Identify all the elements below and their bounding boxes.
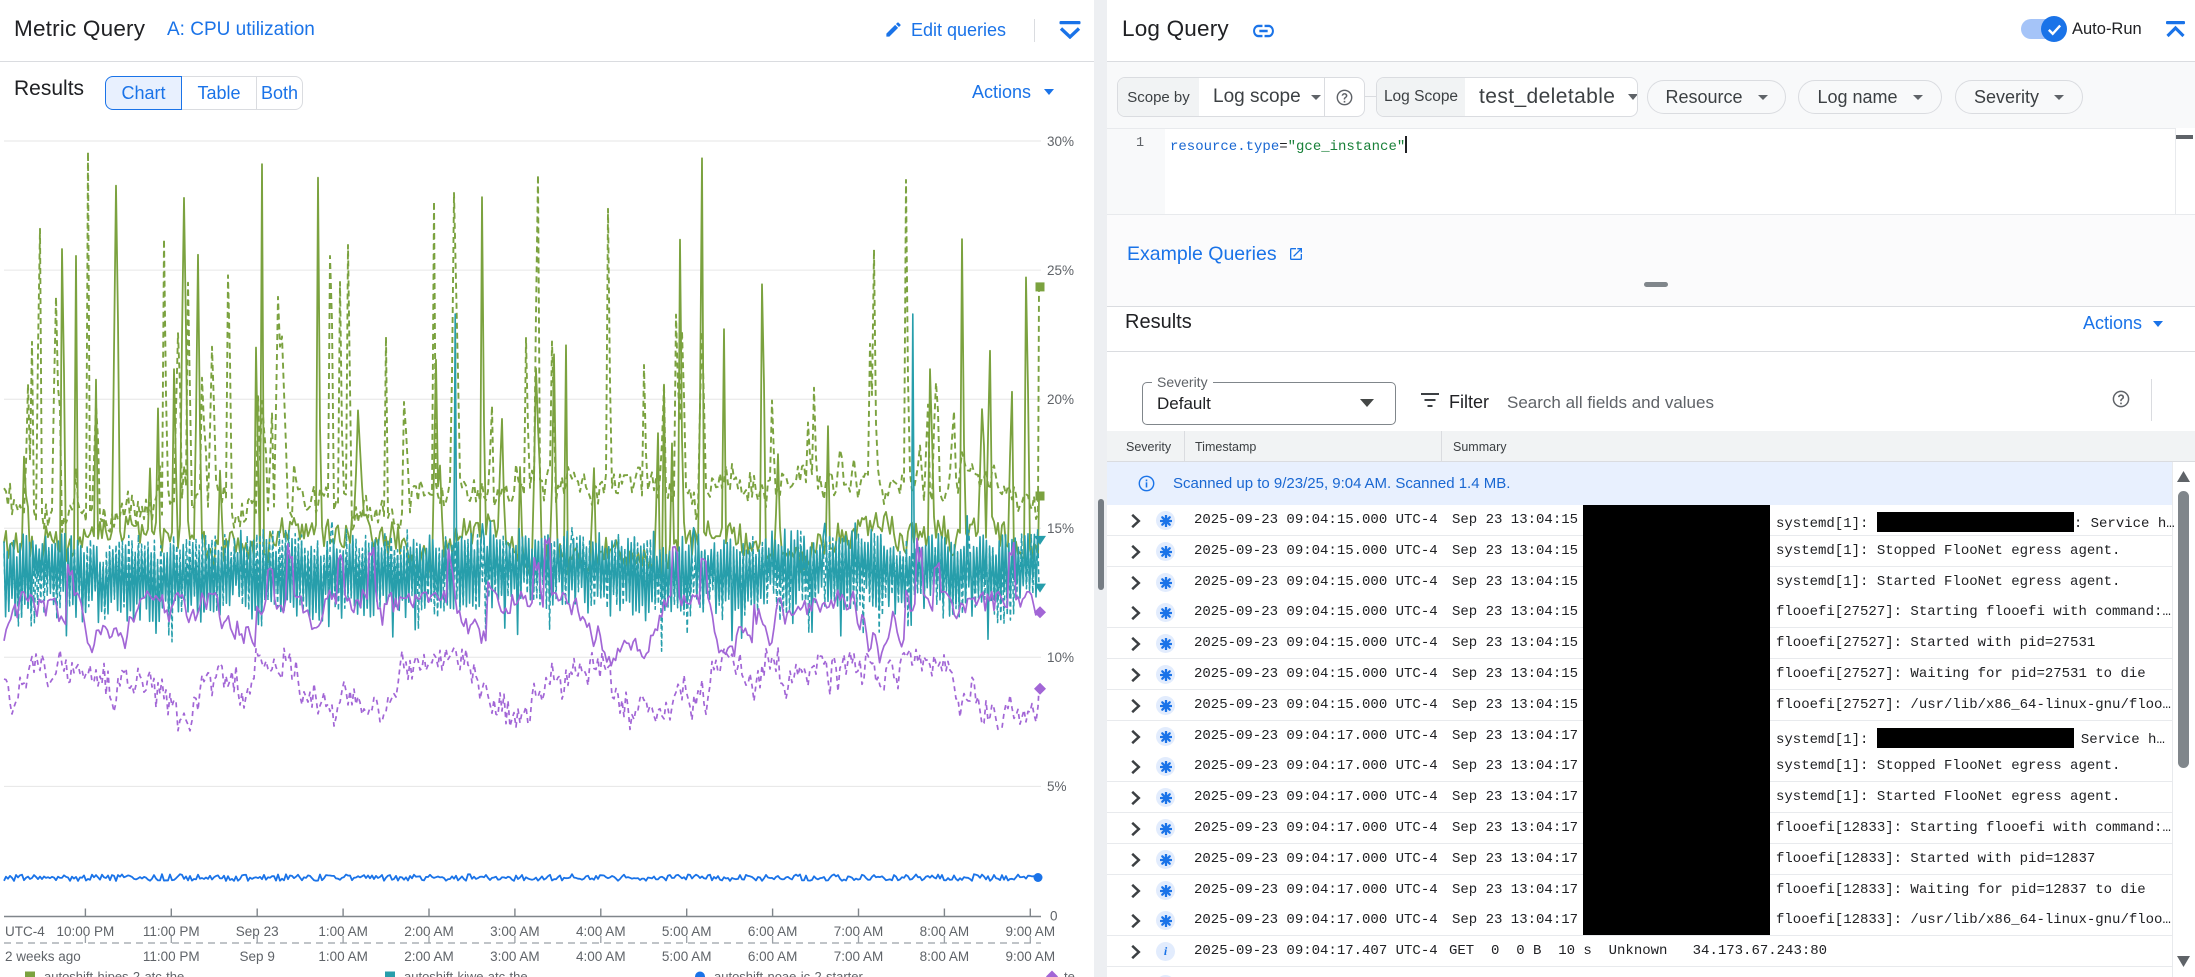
svg-text:20%: 20% — [1047, 392, 1074, 407]
svg-text:Sep 9: Sep 9 — [240, 949, 275, 964]
svg-text:9:00 AM: 9:00 AM — [1006, 924, 1056, 939]
svg-text:25%: 25% — [1047, 263, 1074, 278]
svg-text:4:00 AM: 4:00 AM — [576, 924, 626, 939]
svg-text:2 weeks ago: 2 weeks ago — [5, 949, 81, 964]
svg-text:autoshift-kiwe-atc-the: autoshift-kiwe-atc-the — [404, 969, 528, 977]
svg-text:7:00 AM: 7:00 AM — [834, 924, 884, 939]
svg-text:8:00 AM: 8:00 AM — [920, 949, 970, 964]
svg-text:10:00 PM: 10:00 PM — [57, 924, 115, 939]
svg-text:2:00 AM: 2:00 AM — [404, 949, 454, 964]
svg-text:5:00 AM: 5:00 AM — [662, 949, 712, 964]
svg-text:6:00 AM: 6:00 AM — [748, 924, 798, 939]
svg-text:8:00 AM: 8:00 AM — [920, 924, 970, 939]
svg-text:autoshift-hipes-2-atc-the: autoshift-hipes-2-atc-the — [44, 969, 184, 977]
svg-text:3:00 AM: 3:00 AM — [490, 924, 540, 939]
svg-text:2:00 AM: 2:00 AM — [404, 924, 454, 939]
svg-text:7:00 AM: 7:00 AM — [834, 949, 884, 964]
svg-text:9:00 AM: 9:00 AM — [1006, 949, 1056, 964]
svg-text:autoshift-noae-ic-2-starter: autoshift-noae-ic-2-starter — [714, 969, 864, 977]
svg-text:0: 0 — [1050, 908, 1058, 923]
svg-text:30%: 30% — [1047, 134, 1074, 149]
svg-text:te: te — [1064, 969, 1075, 977]
svg-text:6:00 AM: 6:00 AM — [748, 949, 798, 964]
svg-text:10%: 10% — [1047, 650, 1074, 665]
svg-text:15%: 15% — [1047, 521, 1074, 536]
svg-text:5:00 AM: 5:00 AM — [662, 924, 712, 939]
svg-text:11:00 PM: 11:00 PM — [143, 949, 200, 964]
svg-text:UTC-4: UTC-4 — [5, 924, 45, 939]
svg-text:4:00 AM: 4:00 AM — [576, 949, 626, 964]
svg-text:11:00 PM: 11:00 PM — [143, 924, 200, 939]
svg-text:1:00 AM: 1:00 AM — [318, 949, 368, 964]
svg-text:1:00 AM: 1:00 AM — [318, 924, 368, 939]
svg-text:3:00 AM: 3:00 AM — [490, 949, 540, 964]
svg-text:5%: 5% — [1047, 779, 1067, 794]
svg-text:Sep 23: Sep 23 — [236, 924, 279, 939]
